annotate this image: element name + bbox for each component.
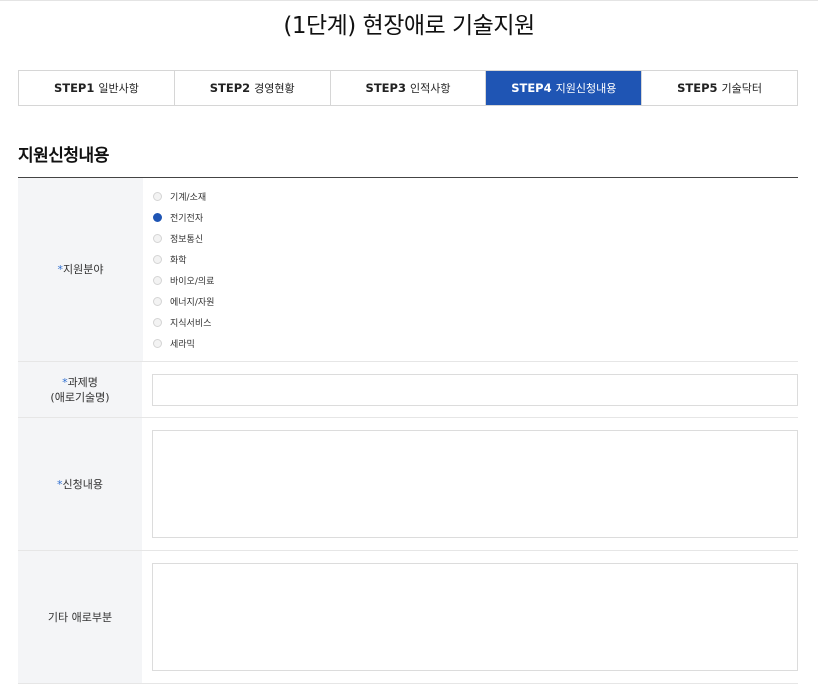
support-field-options: 기계/소재 전기전자 정보통신 화학 바이오/의료 에너지/자원 지식서비스 세… — [143, 178, 798, 361]
etc-difficulty-textarea[interactable] — [152, 563, 798, 671]
radio-option-ict[interactable]: 정보통신 — [153, 228, 798, 249]
radio-option-electronics[interactable]: 전기전자 — [153, 207, 798, 228]
project-title-label-line2: (애로기술명) — [50, 390, 110, 404]
step-label: 지원신청내용 — [555, 82, 617, 95]
support-field-label-text: *지원분야 — [58, 262, 104, 277]
radio-label: 전기전자 — [170, 214, 204, 224]
radio-group: 기계/소재 전기전자 정보통신 화학 바이오/의료 에너지/자원 지식서비스 세… — [153, 178, 798, 354]
step-number: STEP2 — [209, 81, 251, 95]
radio-label: 에너지/자원 — [170, 298, 215, 308]
radio-label: 세라믹 — [170, 340, 195, 350]
step-label: 기술닥터 — [721, 82, 763, 95]
radio-option-bio-medical[interactable]: 바이오/의료 — [153, 270, 798, 291]
step-number: STEP1 — [53, 81, 95, 95]
radio-button[interactable] — [153, 213, 162, 222]
radio-label: 화학 — [170, 256, 187, 266]
radio-label: 바이오/의료 — [170, 277, 215, 287]
etc-difficulty-row: 기타 애로부분 — [18, 551, 798, 684]
project-title-label-line1: *과제명 — [62, 375, 98, 390]
request-content-label-text: *신청내용 — [57, 477, 103, 492]
radio-label: 기계/소재 — [170, 193, 207, 203]
radio-option-ceramic[interactable]: 세라믹 — [153, 333, 798, 354]
step-navigation: STEP1 일반사항 STEP2 경영현황 STEP3 인적사항 STEP4 지… — [18, 70, 798, 106]
etc-difficulty-label: 기타 애로부분 — [18, 551, 142, 683]
step-number: STEP5 — [677, 81, 718, 95]
radio-button[interactable] — [153, 234, 162, 243]
request-content-label: *신청내용 — [18, 418, 142, 550]
radio-option-machinery[interactable]: 기계/소재 — [153, 186, 798, 207]
project-title-label: *과제명 (애로기술명) — [18, 362, 142, 417]
step-tab-1[interactable]: STEP1 일반사항 — [19, 71, 175, 105]
support-field-label: *지원분야 — [18, 178, 143, 361]
top-divider — [0, 0, 818, 1]
project-title-input[interactable] — [152, 373, 798, 406]
section-title: 지원신청내용 — [18, 146, 109, 166]
radio-button[interactable] — [153, 255, 162, 264]
radio-button[interactable] — [153, 276, 162, 285]
support-field-row: *지원분야 기계/소재 전기전자 정보통신 화학 바이오/의료 에너지/자원 지… — [18, 178, 798, 362]
step-number: STEP4 — [511, 81, 552, 95]
label-text: 지원분야 — [63, 263, 104, 276]
project-title-cell — [142, 362, 798, 417]
radio-option-energy[interactable]: 에너지/자원 — [153, 291, 798, 312]
label-text: 신청내용 — [62, 477, 103, 491]
request-content-textarea[interactable] — [152, 430, 798, 538]
project-title-row: *과제명 (애로기술명) — [18, 362, 798, 418]
radio-button[interactable] — [153, 192, 162, 201]
radio-label: 정보통신 — [170, 235, 204, 245]
step-number: STEP3 — [365, 81, 406, 95]
radio-label: 지식서비스 — [170, 319, 212, 329]
step-tab-4[interactable]: STEP4 지원신청내용 — [486, 71, 643, 105]
etc-difficulty-cell — [142, 551, 798, 683]
step-label: 일반사항 — [98, 82, 139, 95]
step-tab-2[interactable]: STEP2 경영현황 — [174, 71, 331, 105]
step-tab-3[interactable]: STEP3 인적사항 — [330, 71, 487, 105]
radio-option-knowledge-service[interactable]: 지식서비스 — [153, 312, 798, 333]
step-label: 경영현황 — [254, 82, 295, 95]
request-content-row: *신청내용 — [18, 418, 798, 551]
radio-button[interactable] — [153, 318, 162, 327]
step-tab-5[interactable]: STEP5 기술닥터 — [642, 71, 797, 105]
radio-button[interactable] — [153, 339, 162, 348]
application-form: *지원분야 기계/소재 전기전자 정보통신 화학 바이오/의료 에너지/자원 지… — [18, 177, 798, 684]
page-title: (1단계) 현장애로 기술지원 — [283, 13, 535, 39]
label-text: 과제명 — [67, 375, 98, 389]
radio-option-chemistry[interactable]: 화학 — [153, 249, 798, 270]
step-label: 인적사항 — [409, 82, 451, 95]
radio-button[interactable] — [153, 297, 162, 306]
request-content-cell — [142, 418, 798, 550]
